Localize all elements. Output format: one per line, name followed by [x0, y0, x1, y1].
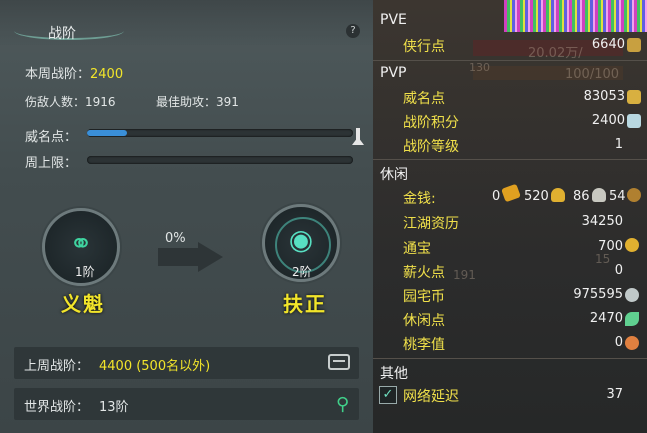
bg-hp-text: 20.02万/ — [528, 46, 583, 61]
section-leisure: 休闲 — [380, 167, 408, 183]
latency-checkbox[interactable]: ✓ — [379, 386, 397, 404]
leaf-icon — [625, 312, 639, 326]
location-pin-icon[interactable]: ⚲ — [336, 394, 349, 415]
taoli-value: 0 — [614, 335, 623, 350]
house-coin-icon — [625, 288, 639, 302]
weekly-rank-label: 本周战阶： — [25, 67, 91, 82]
prestige-points-label: 威名点 — [403, 91, 445, 107]
rank-level-value: 1 — [614, 137, 623, 152]
taoli-label: 桃李值 — [403, 337, 445, 353]
silver-icon — [592, 188, 606, 202]
copper-value: 54 — [609, 189, 626, 204]
best-assist-value: 391 — [216, 95, 239, 109]
last-week-label: 上周战阶： — [24, 359, 90, 374]
next-level: 2阶 — [292, 265, 312, 279]
section-other: 其他 — [380, 366, 408, 382]
bg-num15: 15 — [595, 252, 611, 266]
gold-value: 520 — [524, 189, 549, 204]
coin-icon — [625, 238, 639, 252]
leisure-points-value: 2470 — [589, 311, 623, 326]
prestige-progress-fill — [87, 130, 127, 136]
injured-label: 伤敌人数： — [25, 95, 86, 109]
gold-icon — [551, 188, 565, 202]
injured-row: 伤敌人数：1916 — [25, 93, 116, 110]
rank-panel: 战阶 ? 本周战阶：2400 伤敌人数：1916 最佳助攻：391 威名点： 周… — [0, 0, 373, 433]
arrow-head-icon — [198, 242, 223, 272]
last-week-rank-box: 上周战阶： 4400 (500名以外) — [14, 347, 359, 379]
weekly-cap-label: 周上限： — [25, 156, 78, 171]
jianghu-label: 江湖资历 — [403, 216, 459, 232]
pve-row-label: 侠行点 — [403, 39, 445, 55]
pve-row-value: 6640 — [591, 37, 625, 52]
gold-ingot-icon — [501, 183, 521, 203]
prestige-progress-bar — [87, 129, 353, 137]
weekly-rank-value: 2400 — [90, 67, 124, 82]
xinhuo-value: 0 — [614, 263, 623, 278]
xinhuo-label: 薪火点 — [403, 265, 445, 281]
tongbao-label: 通宝 — [403, 241, 431, 257]
progress-percent: 0% — [165, 231, 186, 246]
last-week-value: 4400 (500名以外) — [99, 359, 211, 374]
prestige-points-value: 83053 — [583, 89, 625, 104]
crystal-icon — [627, 114, 641, 128]
next-rank-name: 扶正 — [283, 292, 327, 316]
chest-icon[interactable] — [328, 354, 350, 370]
leisure-points-label: 休闲点 — [403, 313, 445, 329]
weekly-cap-progress-bar — [87, 156, 353, 164]
section-pve: PVE — [380, 12, 407, 28]
jianghu-value: 34250 — [581, 214, 623, 229]
section-pvp: PVP — [380, 65, 407, 81]
world-rank-label: 世界战阶： — [24, 400, 90, 415]
current-rank-name: 义魁 — [61, 292, 105, 316]
world-rank-value: 13阶 — [99, 400, 129, 415]
weekly-rank-row: 本周战阶：2400 — [25, 63, 123, 82]
panel-header: 战阶 ? — [0, 0, 373, 45]
latency-label: 网络延迟 — [403, 389, 459, 405]
currency-panel: 20.02万/ 130 100/100 191 15 PVE 侠行点 6640 … — [373, 0, 647, 433]
question-icon[interactable]: ? — [346, 24, 360, 38]
panel-title: 战阶 — [48, 26, 76, 42]
divider — [373, 159, 647, 160]
latency-value: 37 — [606, 387, 623, 402]
sword-icon — [627, 38, 641, 52]
bg-hp-small: 130 — [469, 61, 490, 74]
bg-energy-text: 100/100 — [565, 67, 620, 82]
peach-icon — [625, 336, 639, 350]
silver-value: 86 — [573, 189, 590, 204]
world-rank-box: 世界战阶： 13阶 ⚲ — [14, 388, 359, 420]
best-assist-label: 最佳助攻： — [156, 95, 217, 109]
rank-score-value: 2400 — [591, 113, 625, 128]
house-coin-label: 园宅币 — [403, 289, 445, 305]
rank-level-label: 战阶等级 — [403, 139, 459, 155]
token-icon — [627, 90, 641, 104]
gold-ingot-value: 0 — [492, 189, 501, 204]
current-level: 1阶 — [75, 265, 95, 279]
divider — [373, 358, 647, 359]
money-label: 金钱: — [403, 191, 436, 207]
bg-badge: 191 — [453, 268, 476, 282]
progress-marker-tip — [352, 137, 364, 145]
divider — [373, 60, 647, 61]
orb-icon: ◉ — [288, 223, 314, 256]
top-banner — [504, 0, 647, 32]
tongbao-value: 700 — [598, 239, 623, 254]
arrow-icon — [158, 248, 198, 266]
house-coin-value: 975595 — [573, 287, 623, 302]
copper-icon — [627, 188, 641, 202]
injured-value: 1916 — [85, 95, 116, 109]
rank-score-label: 战阶积分 — [403, 115, 459, 131]
prestige-label: 威名点： — [25, 130, 78, 145]
best-assist-row: 最佳助攻：391 — [156, 93, 239, 110]
chalice-icon: ⚭ — [69, 227, 93, 260]
